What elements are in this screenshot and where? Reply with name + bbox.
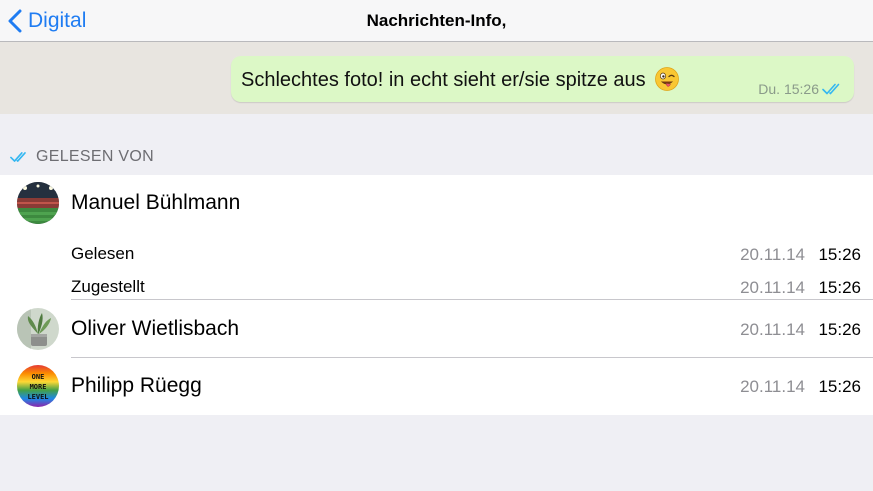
recipient-row[interactable]: Oliver Wietlisbach 20.11.14 15:26 [0,300,873,358]
svg-text:MORE: MORE [30,383,47,391]
winking-face-with-tongue-emoji [655,67,680,91]
delivered-date: 20.11.14 [740,278,805,297]
stadium-avatar-image [17,182,59,224]
message-text-container: Schlechtes foto! in echt sieht er/sie sp… [241,67,680,92]
double-check-icon [822,83,840,95]
navigation-bar: Digital Nachrichten-Info, [0,0,873,42]
recipient-row[interactable]: ONE MORE LEVEL Philipp Rüegg 20.11.14 15… [0,358,873,416]
message-bubble: Schlechtes foto! in echt sieht er/sie sp… [231,56,854,102]
avatar: ONE MORE LEVEL [17,365,59,407]
read-time: 15:26 [818,245,861,264]
delivered-time: 15:26 [818,278,861,297]
read-date: 20.11.14 [740,245,805,264]
read-status-label: Gelesen [71,244,135,263]
message-meta: Du. 15:26 [758,81,844,97]
plant-avatar-image [17,308,59,350]
chat-preview: Schlechtes foto! in echt sieht er/sie sp… [0,42,873,114]
message-timestamp: Du. 15:26 [758,81,819,97]
svg-text:LEVEL: LEVEL [27,393,48,401]
avatar [17,308,59,350]
read-by-section-header: GELESEN VON [10,146,154,168]
message-text: Schlechtes foto! in echt sieht er/sie sp… [241,69,646,91]
read-time: 15:26 [818,320,861,339]
page-title: Nachrichten-Info, [366,11,507,30]
recipient-row[interactable]: Manuel Bühlmann [0,175,873,233]
one-more-level-avatar-image: ONE MORE LEVEL [17,365,59,407]
delivered-status-label: Zugestellt [71,277,145,296]
recipient-name: Philipp Rüegg [71,374,202,397]
section-title: GELESEN VON [36,148,155,165]
svg-text:ONE: ONE [32,373,45,381]
recipient-list: Manuel Bühlmann Gelesen 20.11.14 15:26 Z… [0,175,873,415]
read-date: 20.11.14 [740,320,805,339]
read-date: 20.11.14 [740,377,805,396]
bubble-tail [846,88,860,102]
recipient-name: Oliver Wietlisbach [71,317,240,340]
recipient-name: Manuel Bühlmann [71,191,241,214]
read-time: 15:26 [818,377,861,396]
avatar [17,182,59,224]
double-check-icon [10,152,26,162]
